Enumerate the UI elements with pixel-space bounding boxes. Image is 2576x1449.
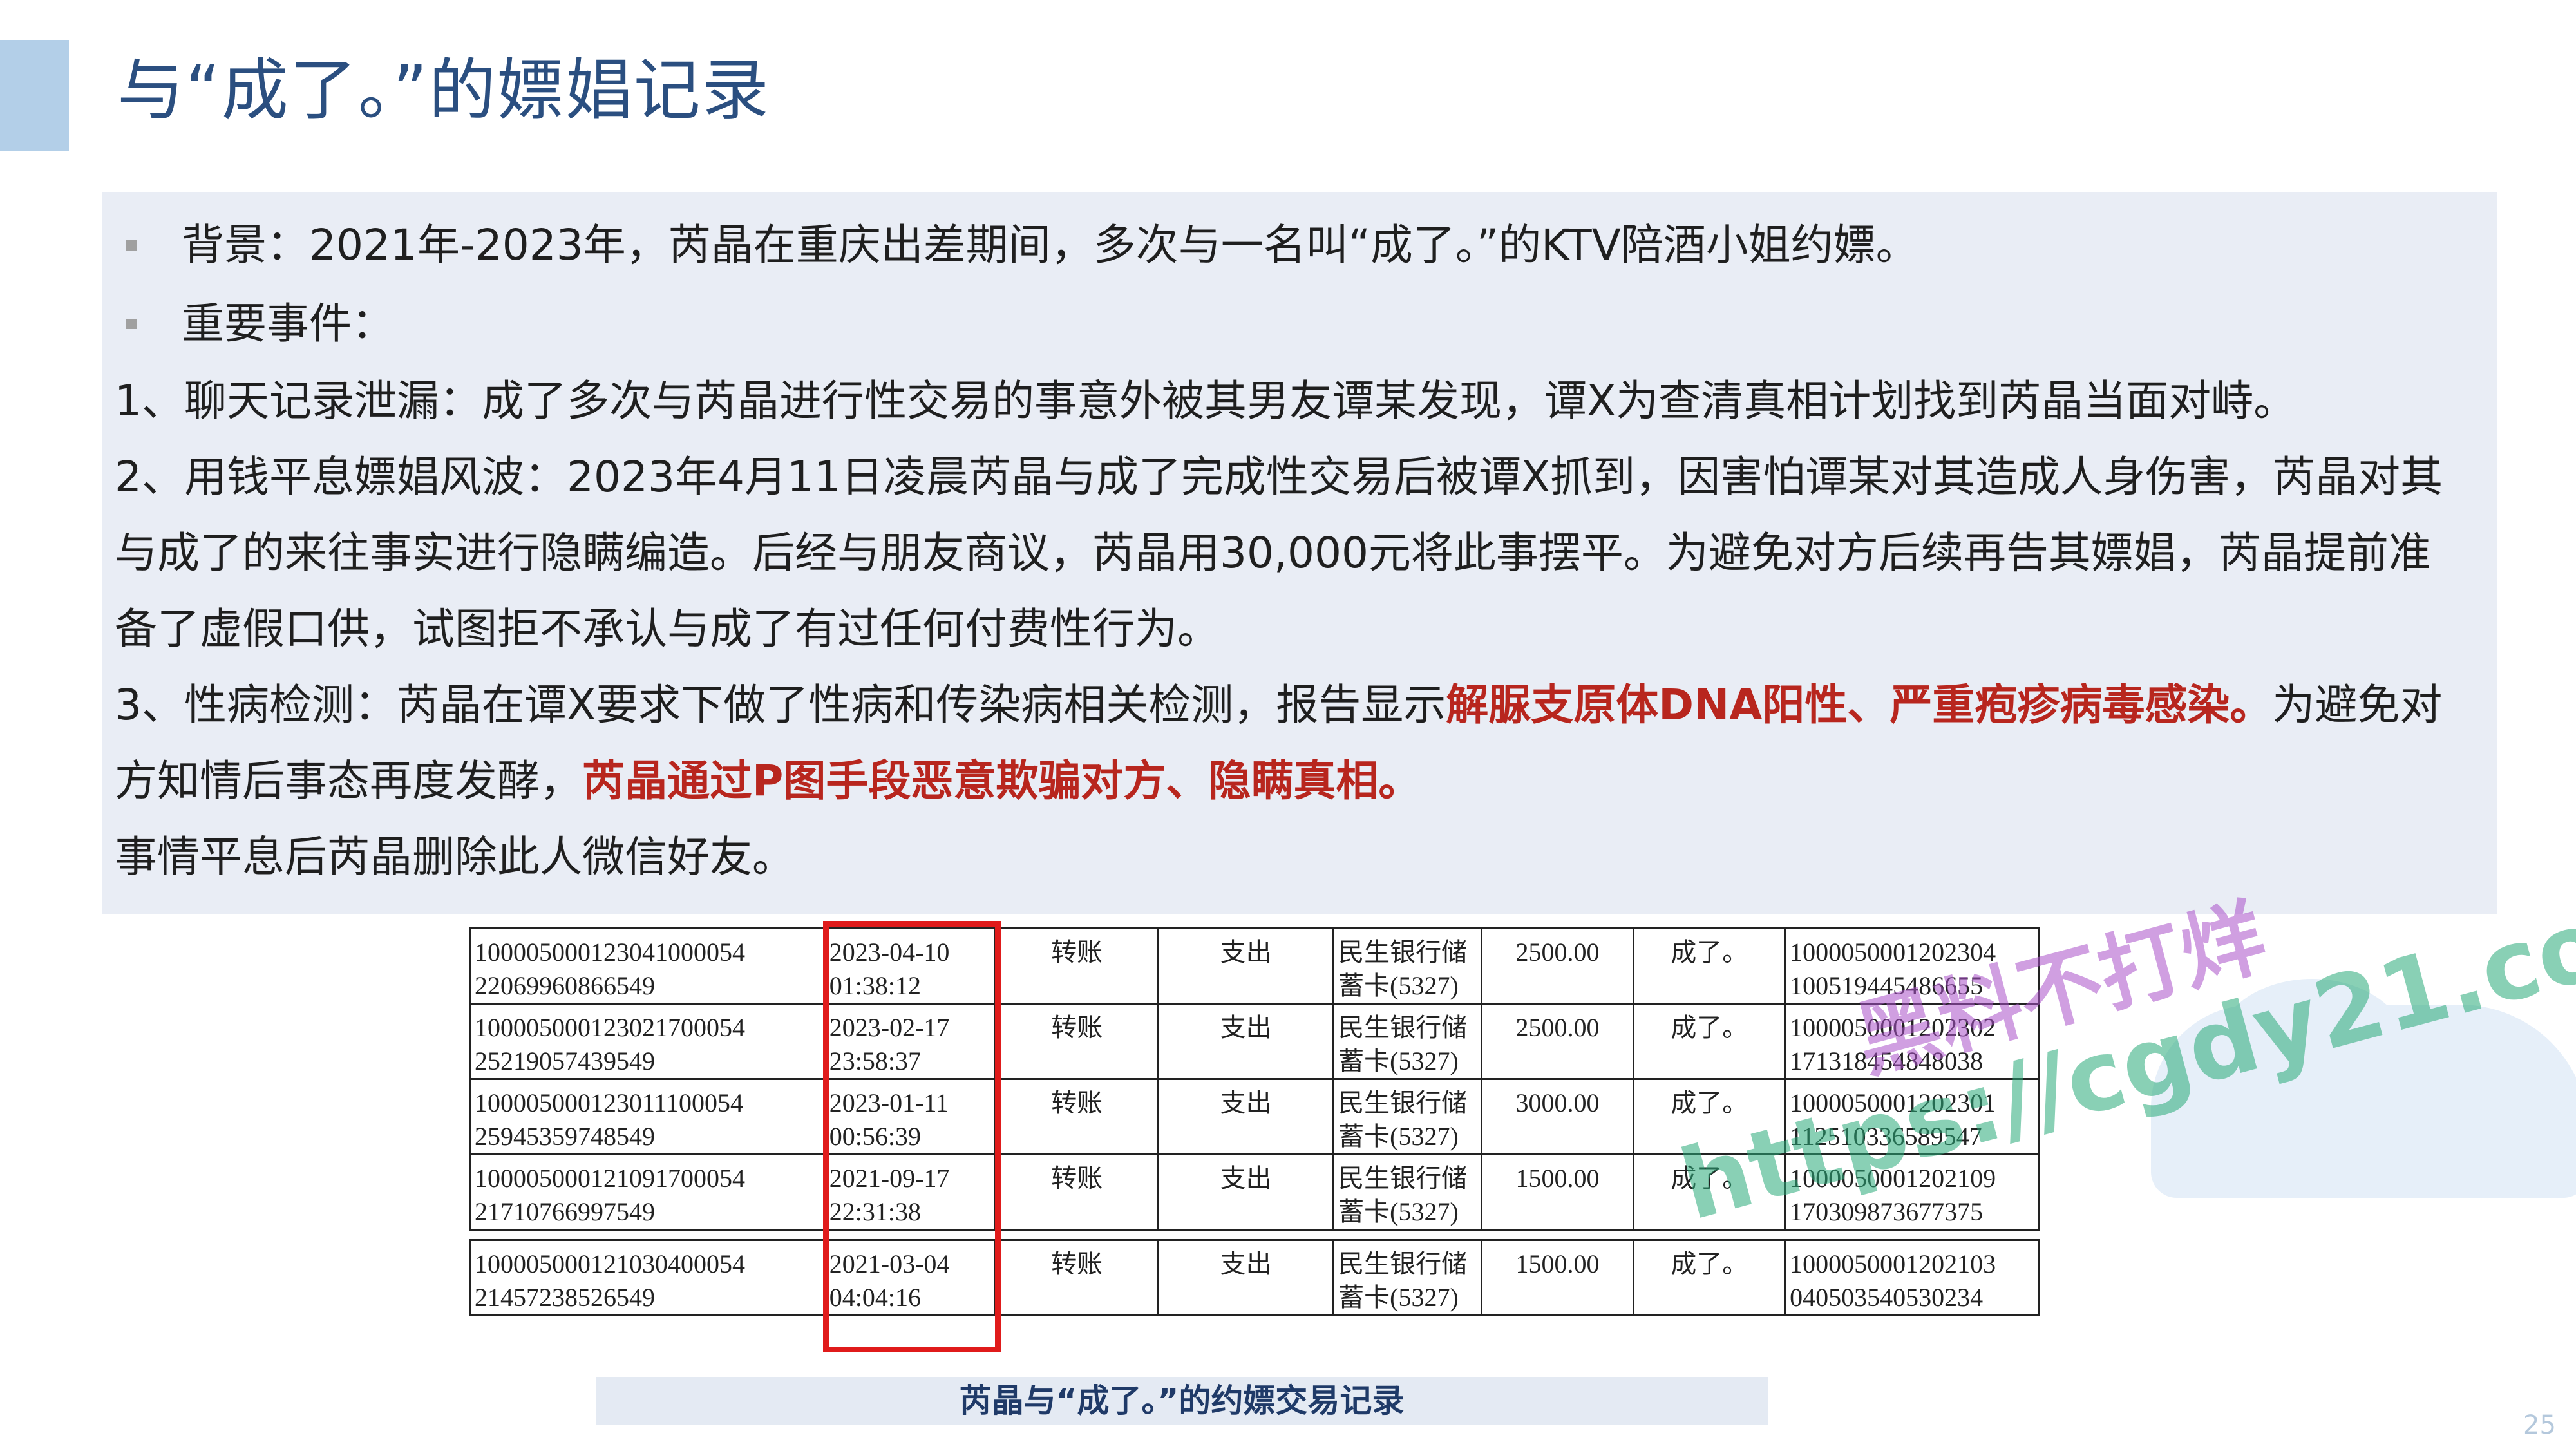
cell-amount: 2500.00	[1480, 1003, 1635, 1080]
event-3-text-b: 为避免对	[2272, 680, 2443, 730]
event-3-line-1: 3、性病检测：芮晶在谭X要求下做了性病和传染病相关检测，报告显示解脲支原体DNA…	[115, 667, 2485, 743]
row-gap	[470, 1230, 2040, 1240]
cell-bank: 民生银行储 蓄卡(5327)	[1332, 927, 1482, 1005]
bullet-icon	[126, 319, 137, 329]
cell-type: 转账	[994, 927, 1160, 1005]
cell-reference: 1000050001202109 170309873677375	[1784, 1153, 2040, 1231]
table-row: 100005000123041000054 22069960866549 2023…	[469, 927, 2040, 1005]
table-row: 100005000121030400054 21457238526549 2021…	[469, 1239, 2040, 1316]
cell-reference: 1000050001202304 100519445486655	[1784, 927, 2040, 1005]
table-caption: 芮晶与“成了。”的约嫖交易记录	[959, 1382, 1405, 1419]
page-number: 25	[2523, 1410, 2556, 1440]
event-3-highlight-1: 解脲支原体DNA阳性、严重疱疹病毒感染。	[1446, 680, 2273, 730]
bullet-background: 背景：2021年-2023年，芮晶在重庆出差期间，多次与一名叫“成了。”的KTV…	[115, 206, 2485, 285]
cell-direction: 支出	[1157, 927, 1335, 1005]
table-row: 100005000121091700054 21710766997549 2021…	[469, 1153, 2040, 1231]
event-3: 3、性病检测：芮晶在谭X要求下做了性病和传染病相关检测，报告显示解脲支原体DNA…	[115, 667, 2485, 819]
cell-reference: 1000050001202103 040503540530234	[1784, 1239, 2040, 1316]
cell-reference: 1000050001202302 171318454848038	[1784, 1003, 2040, 1080]
transaction-table-image: 100005000123041000054 22069960866549 2023…	[469, 927, 2040, 1352]
cell-transaction-id: 100005000123011100054 25945359748549	[469, 1078, 826, 1155]
cell-counterparty: 成了。	[1633, 1003, 1786, 1080]
event-1: 1、聊天记录泄漏：成了多次与芮晶进行性交易的事意外被其男友谭某发现，谭X为查清真…	[115, 363, 2485, 439]
cell-direction: 支出	[1157, 1239, 1335, 1316]
cell-counterparty: 成了。	[1633, 1078, 1786, 1155]
cell-amount: 3000.00	[1480, 1078, 1635, 1155]
title-accent-bar	[0, 40, 69, 151]
cell-transaction-id: 100005000123041000054 22069960866549	[469, 927, 826, 1005]
cell-bank: 民生银行储 蓄卡(5327)	[1332, 1003, 1482, 1080]
background-text: 背景：2021年-2023年，芮晶在重庆出差期间，多次与一名叫“成了。”的KTV…	[182, 220, 1918, 270]
event-3-line-2: 方知情后事态再度发酵，芮晶通过P图手段恶意欺骗对方、隐瞒真相。	[115, 743, 2485, 819]
event-2: 2、用钱平息嫖娼风波：2023年4月11日凌晨芮晶与成了完成性交易后被谭X抓到，…	[115, 439, 2485, 667]
cell-amount: 1500.00	[1480, 1239, 1635, 1316]
cell-transaction-id: 100005000121030400054 21457238526549	[469, 1239, 826, 1316]
datetime-highlight-box	[823, 921, 1001, 1352]
events-heading: 重要事件：	[182, 299, 394, 348]
cell-reference: 1000050001202301 112510336589547	[1784, 1078, 2040, 1155]
cell-bank: 民生银行储 蓄卡(5327)	[1332, 1153, 1482, 1231]
cell-bank: 民生银行储 蓄卡(5327)	[1332, 1078, 1482, 1155]
cell-amount: 2500.00	[1480, 927, 1635, 1005]
cell-counterparty: 成了。	[1633, 927, 1786, 1005]
cell-amount: 1500.00	[1480, 1153, 1635, 1231]
cell-counterparty: 成了。	[1633, 1239, 1786, 1316]
event-3-highlight-2: 芮晶通过P图手段恶意欺骗对方、隐瞒真相。	[582, 756, 1421, 806]
event-4: 事情平息后芮晶删除此人微信好友。	[115, 819, 2485, 895]
bullet-events: 重要事件：	[115, 285, 2485, 363]
event-2-line-1: 2、用钱平息嫖娼风波：2023年4月11日凌晨芮晶与成了完成性交易后被谭X抓到，…	[115, 452, 2443, 502]
event-3-text-a: 3、性病检测：芮晶在谭X要求下做了性病和传染病相关检测，报告显示	[115, 680, 1446, 730]
table-row: 100005000123011100054 25945359748549 2023…	[469, 1078, 2040, 1155]
cell-type: 转账	[994, 1003, 1160, 1080]
cell-counterparty: 成了。	[1633, 1153, 1786, 1231]
transaction-table: 100005000123041000054 22069960866549 2023…	[469, 927, 2040, 1316]
cell-transaction-id: 100005000123021700054 25219057439549	[469, 1003, 826, 1080]
cell-type: 转账	[994, 1078, 1160, 1155]
cell-direction: 支出	[1157, 1153, 1335, 1231]
content-panel: 背景：2021年-2023年，芮晶在重庆出差期间，多次与一名叫“成了。”的KTV…	[102, 192, 2497, 914]
cell-direction: 支出	[1157, 1078, 1335, 1155]
cell-transaction-id: 100005000121091700054 21710766997549	[469, 1153, 826, 1231]
cell-type: 转账	[994, 1153, 1160, 1231]
bullet-icon	[126, 240, 137, 251]
event-3-text-c: 方知情后事态再度发酵，	[115, 756, 582, 806]
cell-direction: 支出	[1157, 1003, 1335, 1080]
event-1-text: 1、聊天记录泄漏：成了多次与芮晶进行性交易的事意外被其男友谭某发现，谭X为查清真…	[115, 376, 2297, 426]
event-2-line-2: 与成了的来往事实进行隐瞒编造。后经与朋友商议，芮晶用30,000元将此事摆平。为…	[115, 528, 2431, 578]
event-2-line-3: 备了虚假口供，试图拒不承认与成了有过任何付费性行为。	[115, 604, 1220, 654]
page-title: 与“成了。”的嫖娼记录	[117, 51, 770, 129]
event-4-text: 事情平息后芮晶删除此人微信好友。	[115, 832, 795, 882]
cell-bank: 民生银行储 蓄卡(5327)	[1332, 1239, 1482, 1316]
table-row: 100005000123021700054 25219057439549 2023…	[469, 1003, 2040, 1080]
cell-type: 转账	[994, 1239, 1160, 1316]
decorative-cloud	[2215, 979, 2409, 1121]
